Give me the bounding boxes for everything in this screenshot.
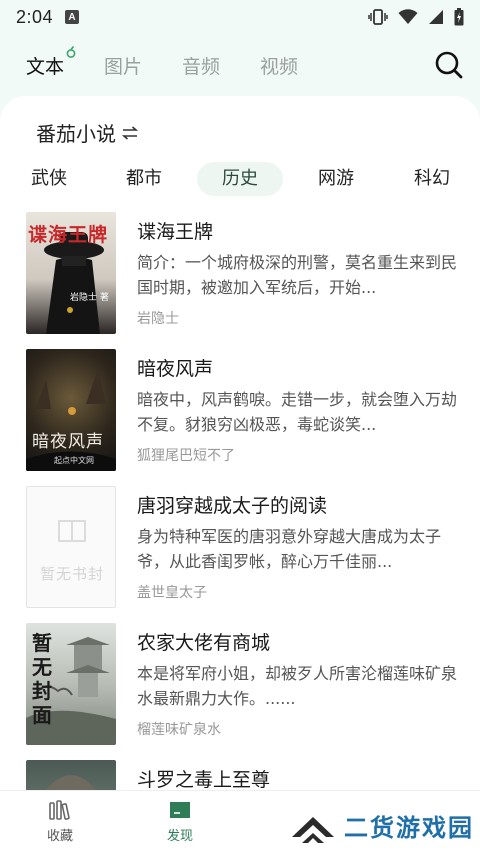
nav-discover[interactable]: 发现 <box>145 799 215 844</box>
cover-placeholder-text: 暂无书封 <box>39 565 104 583</box>
book-title: 农家大佬有商城 <box>137 632 271 654</box>
watermark-logo-icon <box>292 817 334 843</box>
tab-video[interactable]: 视频 <box>260 52 298 79</box>
book-author: 狐狸尾巴短不了 <box>137 448 235 464</box>
book-title: 谍海王牌 <box>137 221 214 243</box>
book-author: 盖世皇太子 <box>137 585 207 601</box>
cover-author: 岩隐士 著 <box>70 293 109 303</box>
tab-label: 图片 <box>104 55 143 78</box>
cover-title: 谍海王牌 <box>28 224 109 246</box>
watermark-text: 二货游戏园 <box>344 813 474 842</box>
signal-icon <box>429 10 443 24</box>
tab-label: 文本 <box>26 55 65 78</box>
content-panel: 番茄小说 武侠 都市 历史 网游 科幻 谍海王牌 岩隐士 著 谍海王牌 简介：一… <box>0 96 480 796</box>
site-watermark: 二货游戏园 <box>288 800 474 850</box>
book-title: 暗夜风声 <box>137 358 214 380</box>
tab-label: 视频 <box>260 55 299 78</box>
bookshelf-icon <box>49 800 70 820</box>
vibrate-icon <box>368 9 388 25</box>
book-description: 本是将军府小姐，却被歹人所害沦榴莲味矿泉水最新鼎力大作。...... <box>137 664 457 708</box>
book-placeholder-icon <box>58 520 86 542</box>
book-icon <box>170 802 190 818</box>
cover-publisher: 起点中文网 <box>54 456 94 465</box>
tab-text[interactable]: 文本 <box>26 45 76 79</box>
book-description: 身为特种军医的唐羽意外穿越大唐成为太子爷，从此香闺罗帐，醉心万千佳丽... <box>137 527 442 571</box>
status-icons <box>368 8 464 26</box>
status-bar: 2:04 A <box>0 0 480 34</box>
wifi-icon <box>398 9 418 24</box>
nav-label: 收藏 <box>46 829 73 844</box>
status-time: 2:04 <box>16 6 54 27</box>
book-description: 简介：一个城府极深的刑警，莫名重生来到民国时期，被邀加入军统后，开始... <box>137 253 457 297</box>
tab-label: 音频 <box>182 55 221 78</box>
book-cover: 暗夜风声 起点中文网 <box>26 349 116 471</box>
source-selector[interactable]: 番茄小说 <box>36 118 138 147</box>
swap-icon <box>122 125 138 140</box>
cover-title: 暂无封面 <box>32 631 62 727</box>
search-icon[interactable] <box>434 50 464 80</box>
category-wangyou[interactable]: 网游 <box>293 162 379 196</box>
media-type-tabs: 文本 图片 音频 视频 <box>0 42 480 88</box>
book-title: 唐羽穿越成太子的阅读 <box>137 495 328 517</box>
book-item[interactable]: 暂无封面 农家大佬有商城 本是将军府小姐，却被歹人所害沦榴莲味矿泉水最新鼎力大作… <box>26 623 466 747</box>
night-scene-image <box>26 369 116 471</box>
book-author: 榴莲味矿泉水 <box>137 722 221 738</box>
leaf-badge-icon <box>66 45 76 58</box>
tab-image[interactable]: 图片 <box>104 52 142 79</box>
category-tabs: 武侠 都市 历史 网游 科幻 <box>0 162 480 198</box>
book-cover: 谍海王牌 岩隐士 著 <box>26 212 116 334</box>
book-description: 暗夜中，风声鹤唳。走错一步，就会堕入万劫不复。豺狼穷凶极恶，毒蛇谈笑... <box>137 390 457 434</box>
cover-title-text: 暂无封面 <box>32 631 52 727</box>
notification-app-icon: A <box>65 10 80 24</box>
book-author: 岩隐士 <box>137 311 179 327</box>
battery-icon <box>454 8 464 26</box>
category-dushi[interactable]: 都市 <box>101 162 187 196</box>
nav-favorites[interactable]: 收藏 <box>25 799 95 844</box>
book-item[interactable]: 谍海王牌 岩隐士 著 谍海王牌 简介：一个城府极深的刑警，莫名重生来到民国时期，… <box>26 212 466 336</box>
source-label: 番茄小说 <box>36 122 116 146</box>
tab-audio[interactable]: 音频 <box>182 52 220 79</box>
category-wuxia[interactable]: 武侠 <box>6 162 92 196</box>
book-title: 斗罗之毒上至尊 <box>137 769 271 791</box>
cover-title: 暗夜风声 <box>32 432 104 452</box>
book-item[interactable]: 暗夜风声 起点中文网 暗夜风声 暗夜中，风声鹤唳。走错一步，就会堕入万劫不复。豺… <box>26 349 466 473</box>
nav-label: 发现 <box>166 829 193 844</box>
book-item[interactable]: 暂无书封 唐羽穿越成太子的阅读 身为特种军医的唐羽意外穿越大唐成为太子爷，从此香… <box>26 486 466 610</box>
category-kehuan[interactable]: 科幻 <box>389 162 475 196</box>
book-cover: 暂无封面 <box>26 623 116 745</box>
category-lishi[interactable]: 历史 <box>197 162 283 196</box>
book-cover-placeholder: 暂无书封 <box>26 486 116 608</box>
